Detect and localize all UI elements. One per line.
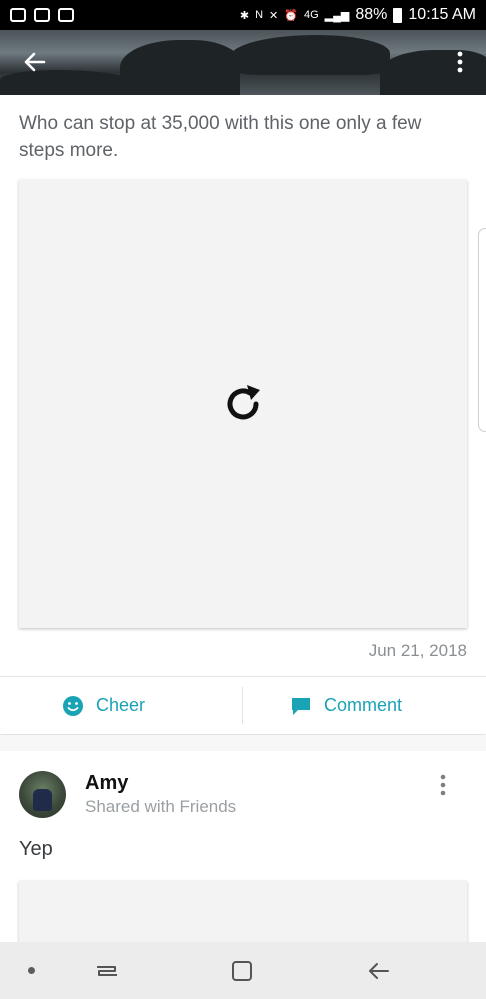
comment-bubble-icon [292,697,310,715]
gallery-icon [58,8,74,22]
post-caption: Who can stop at 35,000 with this one onl… [19,113,422,161]
more-vert-icon[interactable] [434,773,452,799]
cheer-label: Cheer [96,695,146,715]
smiley-icon [63,695,83,716]
more-vert-icon[interactable] [448,44,472,80]
post-actions-bar: Cheer Comment [0,676,486,734]
battery-percent: 88% [355,6,388,23]
rock-shape [230,35,390,75]
reload-icon[interactable] [221,382,265,426]
alarm-icon: ⏰ [284,9,298,22]
header-banner [0,30,486,95]
back-arrow-icon[interactable] [18,44,54,80]
comment-text: Yep [19,838,53,860]
post-image-placeholder[interactable] [19,180,467,628]
comment-label: Comment [324,695,403,715]
post-date: Jun 21, 2018 [368,641,467,660]
system-nav-bar [0,942,486,999]
nav-dot-icon[interactable] [28,967,35,974]
actions-divider [242,687,243,724]
battery-icon [393,7,403,23]
clock: 10:15 AM [408,6,476,23]
comment-author-name[interactable]: Amy [85,772,128,795]
status-bar: ✱ N ✕ ⏰ 4G ▂▄▆ 88% 10:15 AM [0,0,486,30]
signal-icon: ▂▄▆ [324,9,350,22]
bluetooth-icon: ✱ [239,9,250,22]
section-gap [0,735,486,751]
network-type: 4G [303,9,319,21]
nav-home-icon[interactable] [230,959,254,983]
mute-icon: ✕ [269,9,279,22]
comment-button[interactable]: Comment [290,677,402,734]
side-panel-handle[interactable] [478,228,486,432]
nav-recent-icon[interactable] [94,959,120,983]
app-icon [34,8,50,22]
notification-icon [10,8,26,22]
comment-visibility: Shared with Friends [85,797,237,816]
nav-back-icon[interactable] [366,959,392,983]
rock-shape [120,40,240,95]
avatar[interactable] [19,771,66,818]
nfc-icon: N [255,9,264,21]
cheer-button[interactable]: Cheer [62,677,145,734]
